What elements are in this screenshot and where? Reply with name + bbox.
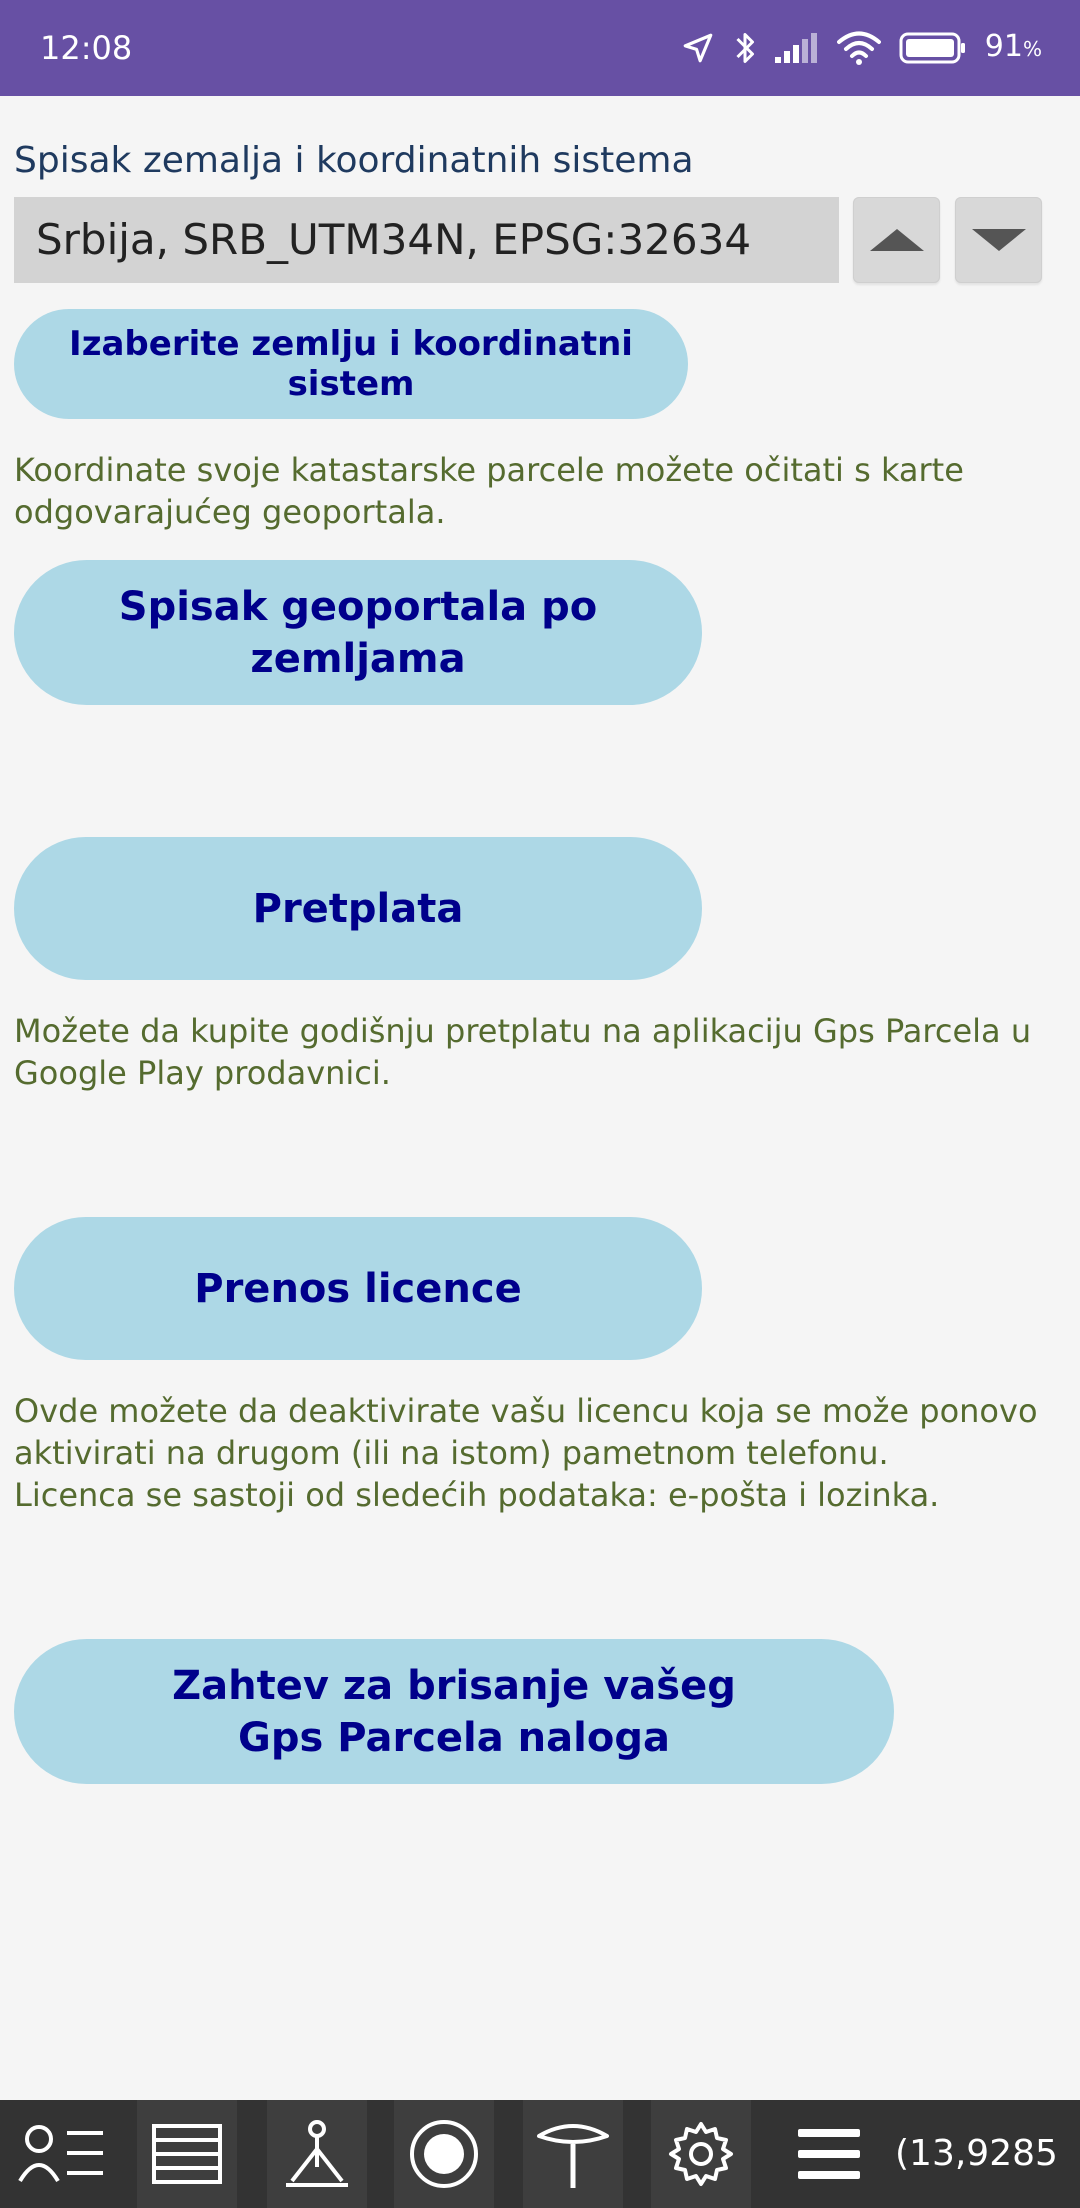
status-time: 12:08 <box>40 29 133 67</box>
subscription-button[interactable]: Pretplata <box>14 837 702 980</box>
gps-antenna-icon <box>537 2124 609 2188</box>
next-button[interactable] <box>955 197 1042 283</box>
battery-icon <box>899 32 967 64</box>
gear-icon <box>669 2122 733 2186</box>
record-circle-icon <box>410 2120 478 2188</box>
triangle-up-icon <box>869 229 924 251</box>
battery-percentage: 91% <box>985 0 1042 97</box>
nav-layers[interactable] <box>137 2100 237 2208</box>
geoportal-list-button[interactable]: Spisak geoportala po zemljama <box>14 560 702 705</box>
battery-unit: % <box>1022 37 1042 61</box>
delete-account-button[interactable]: Zahtev za brisanje vašeg Gps Parcela nal… <box>14 1639 894 1784</box>
wifi-icon <box>836 31 881 65</box>
country-list-label: Spisak zemalja i koordinatnih sistema <box>14 140 694 181</box>
nav-gps[interactable] <box>523 2100 623 2208</box>
subscription-info-text: Možete da kupite godišnju pretplatu na a… <box>14 1012 1032 1092</box>
layers-icon <box>152 2124 222 2184</box>
survey-tripod-icon <box>286 2120 348 2187</box>
nav-menu[interactable] <box>779 2100 879 2208</box>
nav-user-list[interactable] <box>0 2100 124 2208</box>
battery-value: 91 <box>984 29 1023 64</box>
status-icons: 91% <box>681 0 1042 96</box>
user-list-icon <box>18 2125 103 2183</box>
license-info-text: Ovde možete da deaktivirate vašu licencu… <box>14 1392 1038 1514</box>
previous-button[interactable] <box>853 197 940 283</box>
menu-icon <box>798 2129 860 2179</box>
location-arrow-icon <box>681 31 715 65</box>
nav-survey[interactable] <box>267 2100 367 2208</box>
signal-icon <box>774 33 819 63</box>
coordinate-system-select[interactable]: Srbija, SRB_UTM34N, EPSG:32634 <box>14 197 839 283</box>
coordinate-readout: (13,9285 <box>895 2133 1058 2174</box>
bluetooth-icon <box>733 30 757 66</box>
nav-settings[interactable] <box>651 2100 751 2208</box>
status-bar: 12:08 91% <box>0 0 1080 96</box>
geoportal-info-text: Koordinate svoje katastarske parcele mož… <box>14 451 964 531</box>
triangle-down-icon <box>971 229 1026 251</box>
choose-country-button[interactable]: Izaberite zemlju i koordinatni sistem <box>14 309 688 419</box>
nav-record[interactable] <box>394 2100 494 2208</box>
license-transfer-button[interactable]: Prenos licence <box>14 1217 702 1360</box>
